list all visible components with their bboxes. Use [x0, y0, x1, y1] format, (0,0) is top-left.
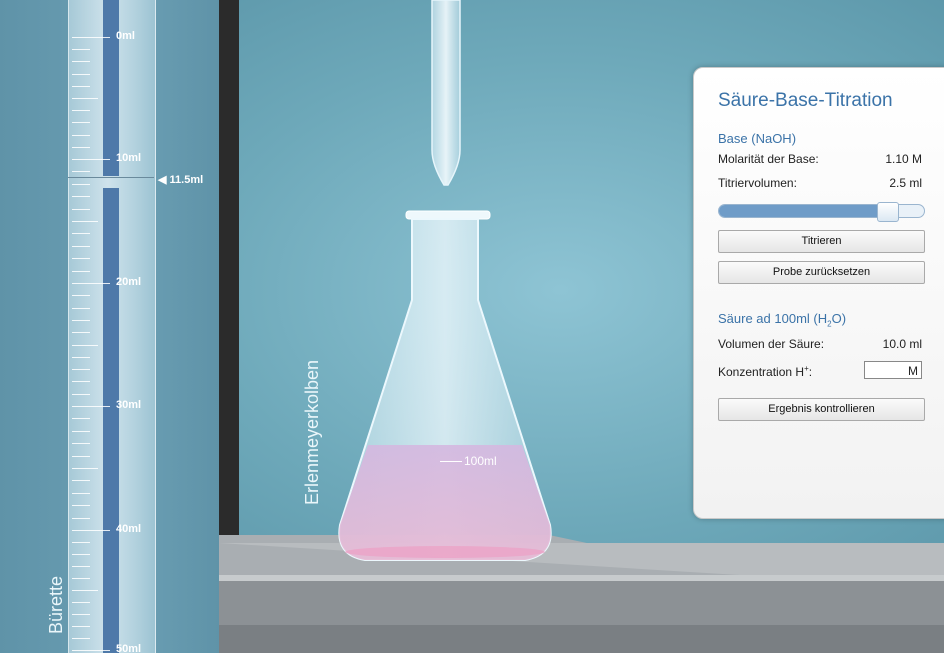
slider-thumb[interactable] — [877, 202, 900, 222]
burette-minor-tick — [72, 85, 90, 87]
burette-minor-tick — [72, 566, 90, 567]
burette-tick-label: 50ml — [116, 643, 142, 655]
acid-volume-value: 10.0 ml — [882, 337, 922, 351]
burette-minor-tick — [72, 61, 90, 63]
slider-fill — [719, 205, 888, 217]
burette-meniscus — [68, 177, 154, 178]
burette-minor-tick — [72, 183, 90, 185]
burette-liquid-column — [103, 188, 119, 653]
burette-minor-tick — [72, 146, 90, 148]
burette-minor-tick — [72, 614, 90, 615]
burette-minor-tick — [72, 307, 90, 309]
molarity-value: 1.10 M — [885, 152, 922, 166]
burette-major-tick — [72, 406, 110, 407]
burette-minor-tick — [72, 393, 90, 395]
burette-minor-tick — [72, 245, 90, 247]
burette-minor-tick — [72, 110, 90, 112]
burette-minor-tick — [72, 626, 90, 627]
burette-minor-tick — [72, 122, 90, 124]
burette-major-tick — [72, 283, 110, 284]
burette-minor-tick — [72, 638, 90, 639]
flask-volume-mark-label: 100ml — [464, 454, 497, 468]
burette-minor-tick — [72, 221, 98, 222]
molarity-label: Molarität der Base: — [718, 152, 819, 166]
burette-caption: Bürette — [46, 575, 66, 634]
burette-tick-label: 0ml — [116, 30, 135, 42]
simulation-stage: 0ml 10ml 20ml 30ml 40ml 50ml ◀ 11.5ml Bü… — [0, 0, 944, 655]
burette-minor-tick — [72, 505, 90, 507]
erlenmeyer-flask — [338, 210, 552, 561]
titration-control-panel: Säure-Base-Titration Base (NaOH) Molarit… — [693, 67, 944, 519]
titer-label: Titriervolumen: — [718, 176, 797, 190]
burette-minor-tick — [72, 233, 90, 235]
burette-minor-tick — [72, 258, 90, 260]
burette-minor-tick — [72, 73, 90, 75]
burette-minor-tick — [72, 455, 90, 457]
burette-minor-tick — [72, 381, 90, 383]
burette-level-marker: ◀ 11.5ml — [158, 174, 204, 186]
burette-major-tick — [72, 530, 110, 531]
burette-minor-tick — [72, 554, 90, 555]
burette-minor-tick — [72, 208, 90, 210]
base-section-title: Base (NaOH) — [718, 131, 797, 146]
burette-minor-tick — [72, 332, 90, 334]
flask-volume-mark: 100ml — [440, 454, 497, 468]
burette-minor-tick — [72, 418, 90, 420]
titer-value: 2.5 ml — [889, 176, 922, 190]
burette-minor-tick — [72, 49, 90, 51]
burette-minor-tick — [72, 517, 90, 519]
burette-minor-tick — [72, 98, 98, 99]
burette-minor-tick — [72, 602, 90, 603]
burette-major-tick — [72, 159, 110, 160]
concentration-label-colon: : — [808, 365, 813, 379]
burette-tick-label: 40ml — [116, 523, 142, 535]
burette-tick-label: 30ml — [116, 399, 142, 411]
titrate-button[interactable]: Titrieren — [718, 230, 925, 253]
flask-caption: Erlenmeyerkolben — [302, 359, 322, 505]
burette-minor-tick — [72, 369, 90, 371]
titer-volume-slider[interactable] — [718, 202, 925, 222]
burette-minor-tick — [72, 295, 90, 297]
burette-minor-tick — [72, 590, 98, 591]
burette-minor-tick — [72, 578, 90, 579]
burette-minor-tick — [72, 443, 90, 445]
acid-section-title: Säure ad 100ml (H2O) — [718, 311, 846, 329]
concentration-label-text: Konzentration H — [718, 365, 805, 379]
reset-sample-button[interactable]: Probe zurücksetzen — [718, 261, 925, 284]
panel-title: Säure-Base-Titration — [718, 90, 893, 111]
burette-minor-tick — [72, 430, 90, 432]
burette-minor-tick — [72, 542, 90, 543]
burette-major-tick — [72, 650, 110, 651]
acid-section-suffix: O) — [831, 311, 847, 326]
burette-tick-label: 20ml — [116, 276, 142, 288]
burette-minor-tick — [72, 134, 90, 136]
burette-minor-tick — [72, 356, 90, 358]
burette-minor-tick — [72, 171, 90, 173]
check-result-button[interactable]: Ergebnis kontrollieren — [718, 398, 925, 421]
burette-minor-tick — [72, 270, 90, 272]
burette-major-tick — [72, 37, 110, 38]
burette-minor-tick — [72, 468, 98, 469]
concentration-label: Konzentration H+: — [718, 364, 812, 379]
burette-minor-tick — [72, 480, 90, 482]
burette-tip — [431, 0, 461, 186]
acid-section-prefix: Säure ad 100ml (H — [718, 311, 828, 326]
burette-tick-label: 10ml — [116, 152, 142, 164]
concentration-unit: M — [908, 364, 918, 378]
burette-minor-tick — [72, 196, 90, 198]
burette-liquid-column — [103, 0, 119, 176]
burette-minor-tick — [72, 344, 98, 346]
burette-minor-tick — [72, 492, 90, 494]
burette-minor-tick — [72, 319, 90, 321]
acid-volume-label: Volumen der Säure: — [718, 337, 825, 351]
burette-area: 0ml 10ml 20ml 30ml 40ml 50ml ◀ 11.5ml Bü… — [0, 0, 219, 655]
